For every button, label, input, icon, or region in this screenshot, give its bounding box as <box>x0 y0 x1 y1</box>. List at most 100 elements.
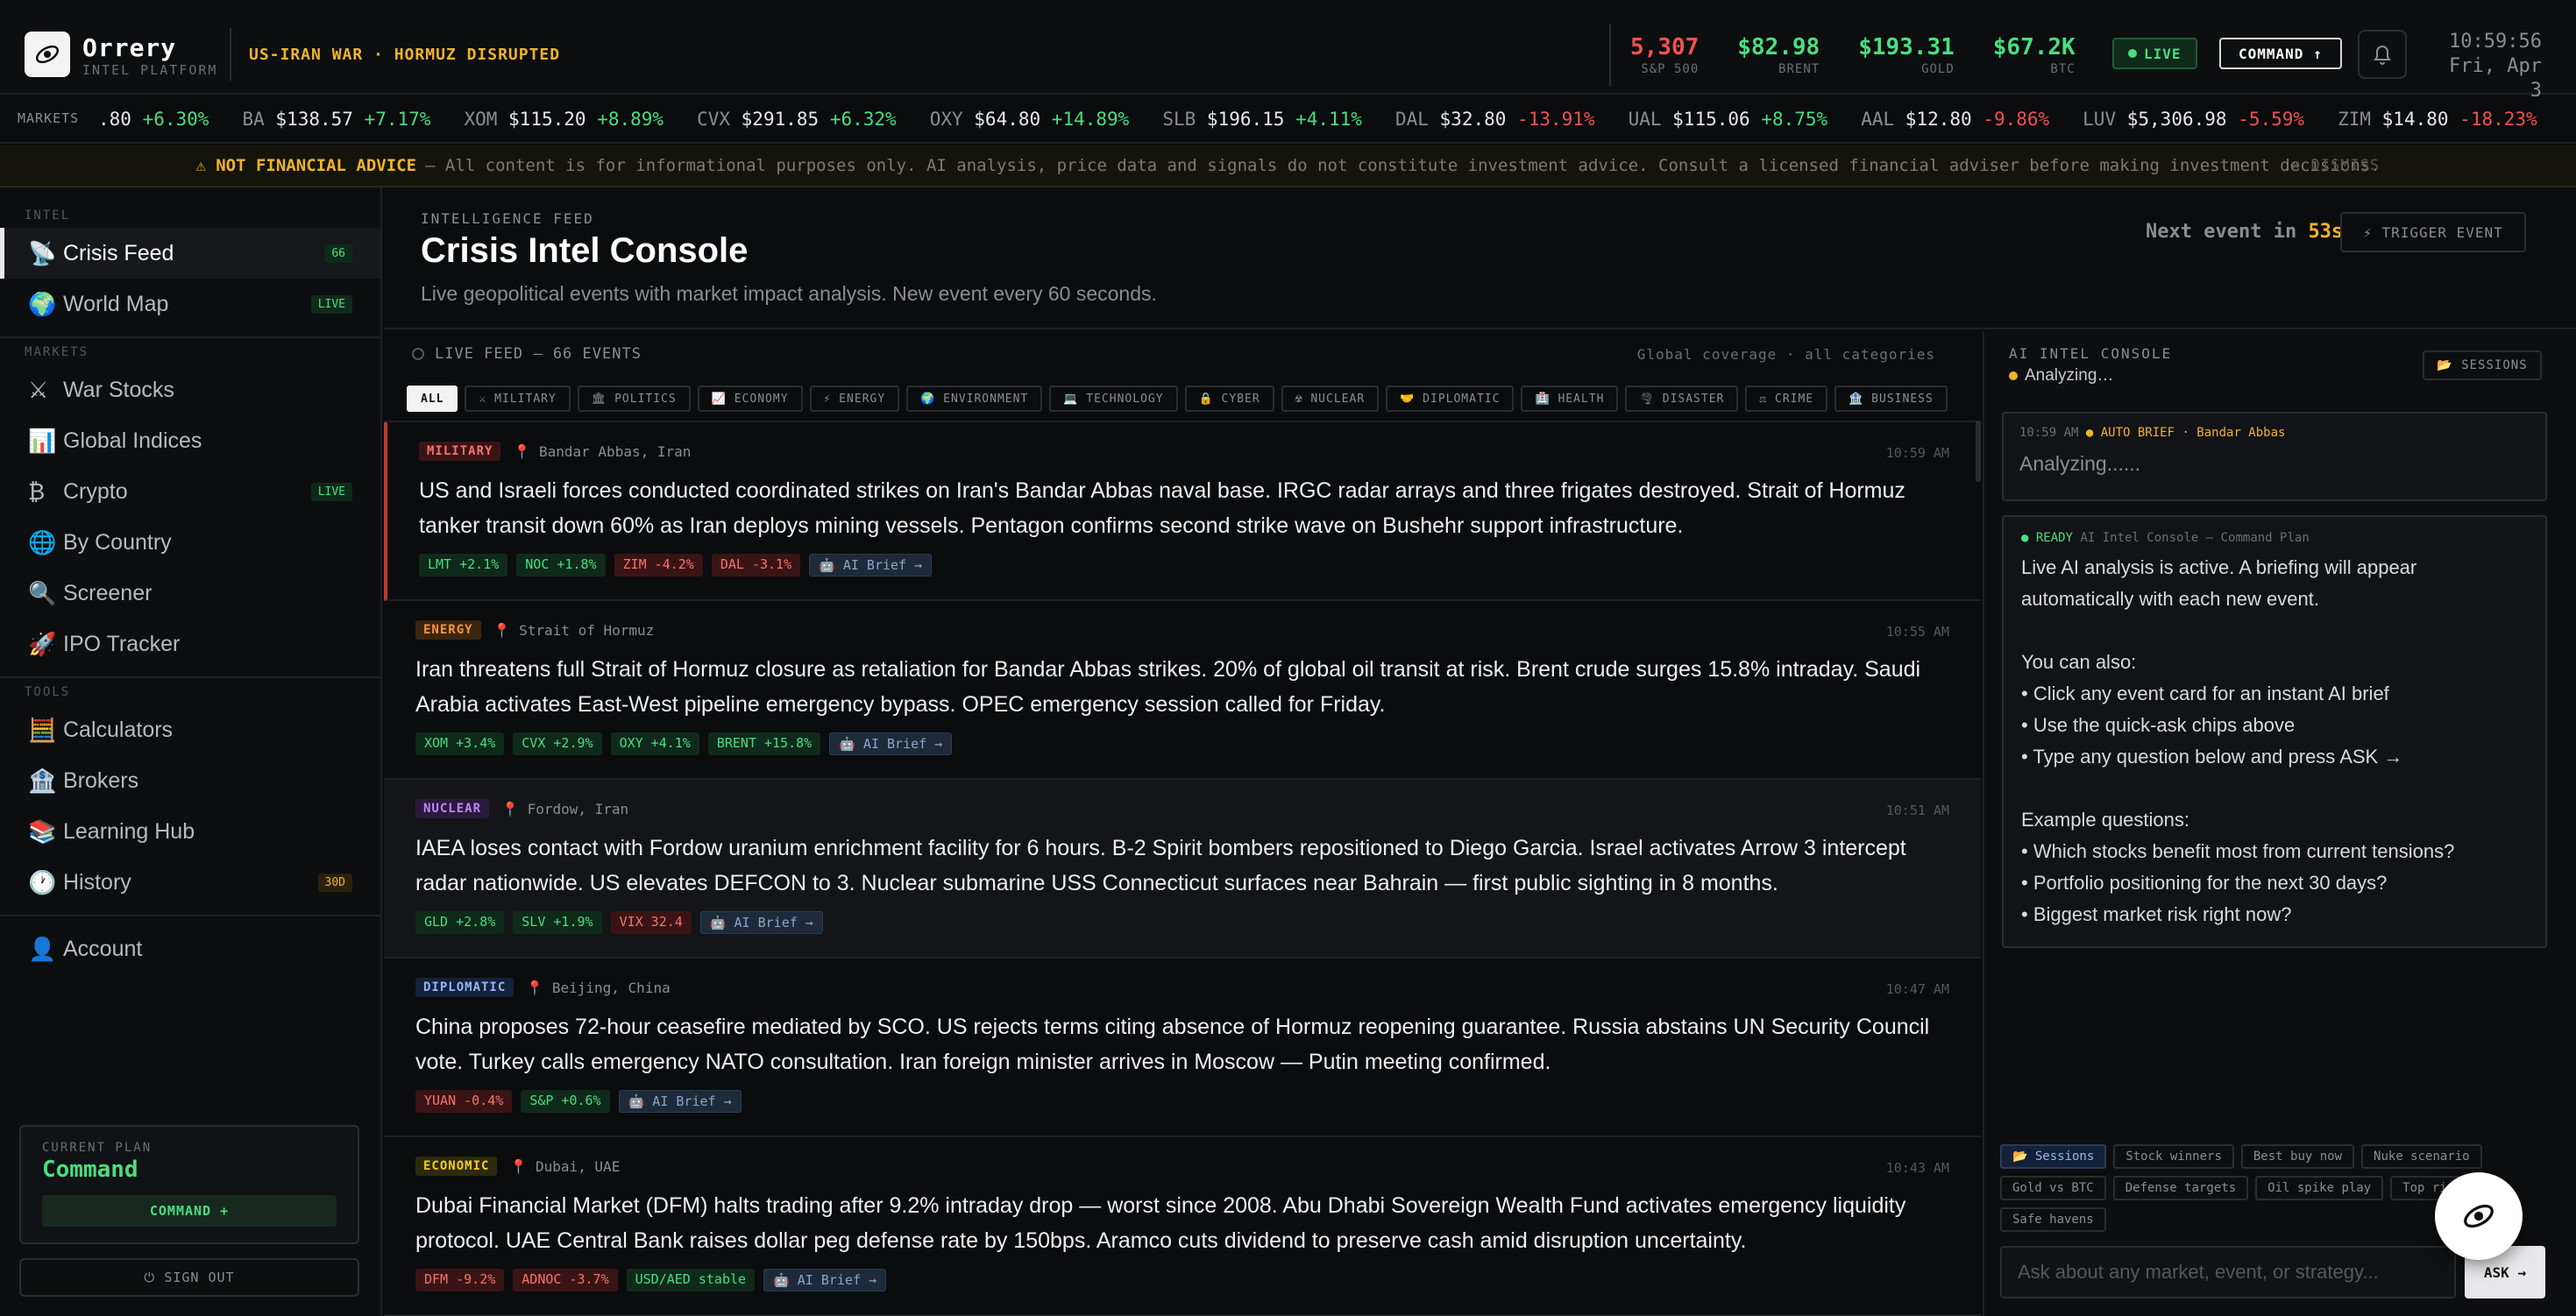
event-time: 10:55 AM <box>1885 624 1949 640</box>
event-time: 10:59 AM <box>1885 445 1949 461</box>
filter-chip[interactable]: 🏦 BUSINESS <box>1834 386 1948 412</box>
clock-icon: 🕐 <box>28 868 57 895</box>
sidebar-item-learning-hub[interactable]: 📚 Learning Hub <box>0 806 380 857</box>
ticker-item[interactable]: BA $138.57 +7.17% <box>242 109 430 130</box>
bar-chart-icon: 📊 <box>28 427 57 454</box>
filter-chip[interactable]: ⚔ MILITARY <box>465 386 571 412</box>
quick-ask-chip[interactable]: Defense targets <box>2112 1176 2249 1200</box>
ticker-item[interactable]: CVX $291.85 +6.32% <box>697 109 897 130</box>
event-tags: YUAN -0.4% S&P +0.6% 🤖 AI Brief → <box>415 1090 1949 1113</box>
market-quote: 5,307 S&P 500 <box>1611 25 1718 86</box>
feed-header: LIVE FEED — 66 EVENTS Global coverage · … <box>384 331 1981 377</box>
sidebar-item-global-indices[interactable]: 📊 Global Indices <box>0 415 380 466</box>
event-meta: ENERGY 📍 Strait of Hormuz <box>415 620 1949 640</box>
ask-input[interactable]: Ask about any market, event, or strategy… <box>2000 1246 2456 1298</box>
command-button[interactable]: COMMAND ↑ <box>2219 38 2342 69</box>
ticker-impact-tag: YUAN -0.4% <box>415 1090 513 1113</box>
event-category-badge: ECONOMIC <box>415 1157 498 1176</box>
orrery-logo-icon[interactable] <box>25 32 70 77</box>
sidebar-item-ipo-tracker[interactable]: 🚀 IPO Tracker <box>0 619 380 669</box>
filter-chip[interactable]: ☢ NUCLEAR <box>1281 386 1380 412</box>
orrery-assistant-icon[interactable] <box>2435 1172 2523 1260</box>
quick-ask-chip[interactable]: 📂 Sessions <box>2000 1144 2107 1169</box>
ai-brief-button[interactable]: 🤖 AI Brief → <box>618 1090 742 1113</box>
quick-ask-chip[interactable]: Nuke scenario <box>2361 1144 2482 1169</box>
filter-chip[interactable]: ALL <box>407 386 458 412</box>
sidebar-item-screener[interactable]: 🔍 Screener <box>0 568 380 619</box>
ticker-item[interactable]: SLB $196.15 +4.11% <box>1162 109 1362 130</box>
page-title: Crisis Intel Console <box>421 231 749 270</box>
sessions-button[interactable]: 📂 SESSIONS <box>2423 350 2542 380</box>
ai-brief-button[interactable]: 🤖 AI Brief → <box>699 911 823 934</box>
ticker-item[interactable]: UAL $115.06 +8.75% <box>1629 109 1828 130</box>
event-tags: GLD +2.8% SLV +1.9% VIX 32.4 🤖 AI Brief → <box>415 911 1949 934</box>
trigger-event-button[interactable]: ⚡ TRIGGER EVENT <box>2340 212 2526 252</box>
filter-chip[interactable]: 🔒 CYBER <box>1184 386 1274 412</box>
filter-chip[interactable]: ⚖ CRIME <box>1745 386 1828 412</box>
event-card[interactable]: NUCLEAR 📍 Fordow, Iran 10:51 AM IAEA loses … <box>384 780 1981 959</box>
ticker-item[interactable]: .80 +6.30% <box>98 109 209 130</box>
filter-chip[interactable]: 🏛 POLITICS <box>577 386 691 412</box>
ticker-change: +6.32% <box>829 109 897 130</box>
filter-chip[interactable]: ⚡ ENERGY <box>809 386 900 412</box>
sidebar: INTEL 📡 Crisis Feed 66 🌍 World Map LIVE MARKETS… <box>0 187 382 1316</box>
quick-ask-chip[interactable]: Oil spike play <box>2255 1176 2384 1200</box>
bell-icon[interactable] <box>2358 30 2407 79</box>
event-card[interactable]: DIPLOMATIC 📍 Beijing, China 10:47 AM China … <box>384 959 1981 1137</box>
sidebar-item-by-country[interactable]: 🌐 By Country <box>0 517 380 568</box>
ticker-item[interactable]: ZIM $14.80 -18.23% <box>2338 109 2537 130</box>
sidebar-item-crisis-feed[interactable]: 📡 Crisis Feed 66 <box>0 228 380 279</box>
ai-brief-button[interactable]: 🤖 AI Brief → <box>763 1269 887 1291</box>
ai-brief-button[interactable]: 🤖 AI Brief → <box>809 554 933 577</box>
quote-label: S&P 500 <box>1641 62 1700 76</box>
event-card[interactable]: MILITARY 📍 Bandar Abbas, Iran 10:59 AM US a… <box>384 422 1981 601</box>
sign-out-button[interactable]: ⏻ SIGN OUT <box>19 1258 359 1297</box>
quick-ask-chip[interactable]: Stock winners <box>2113 1144 2234 1169</box>
ticker-item[interactable]: AAL $12.80 -9.86% <box>1861 109 2049 130</box>
sidebar-item-brokers[interactable]: 🏦 Brokers <box>0 755 380 806</box>
ticker-price: $291.85 <box>741 109 820 130</box>
ai-brief-button[interactable]: 🤖 AI Brief → <box>829 732 953 755</box>
quick-ask-chip[interactable]: Safe havens <box>2000 1207 2106 1232</box>
ticker-change: -9.86% <box>1983 109 2050 130</box>
auto-brief-card[interactable]: 10:59 AM ● AUTO BRIEF · Bandar Abbas Ana… <box>2002 412 2547 501</box>
ticker-impact-tag: GLD +2.8% <box>415 911 505 934</box>
category-filters: ALL ⚔ MILITARY 🏛 POLITICS 📈 ECONOMY ⚡ ENERGY… <box>384 377 1981 422</box>
command-plan-header: ● READY AI Intel Console — Command Plan <box>2021 531 2310 545</box>
sidebar-item-label: By Country <box>63 529 172 555</box>
dismiss-button[interactable]: ✕ DISMISS <box>2291 157 2380 174</box>
filter-chip[interactable]: 🤝 DIPLOMATIC <box>1386 386 1515 412</box>
ticker-item[interactable]: DAL $32.80 -13.91% <box>1395 109 1595 130</box>
ticker-change: +14.89% <box>1051 109 1130 130</box>
bitcoin-icon: ₿ <box>28 478 46 505</box>
ticker-change: +8.75% <box>1761 109 1828 130</box>
filter-chip[interactable]: 🌍 ENVIRONMENT <box>906 386 1043 412</box>
brand-name: Orrery <box>82 33 177 62</box>
disclaimer-text: — All content is for informational purpo… <box>425 156 2381 175</box>
quick-ask-chip[interactable]: Gold vs BTC <box>2000 1176 2106 1200</box>
event-location: 📍 Fordow, Iran <box>501 800 629 817</box>
quick-ask-chip[interactable]: Best buy now <box>2240 1144 2355 1169</box>
ticker-change: +7.17% <box>364 109 431 130</box>
plan-upgrade-button[interactable]: COMMAND + <box>42 1195 337 1227</box>
ticker-item[interactable]: OXY $64.80 +14.89% <box>930 109 1130 130</box>
event-card[interactable]: ECONOMIC 📍 Dubai, UAE 10:43 AM Dubai Financ… <box>384 1137 1981 1316</box>
market-quote: $193.31 GOLD <box>1839 25 1974 86</box>
ticker-label: MARKETS <box>0 96 98 142</box>
ticker-items: .80 +6.30% BA $138.57 +7.17% XOM $115.20 +… <box>98 109 2571 130</box>
plan-label: CURRENT PLAN <box>42 1141 153 1155</box>
filter-chip[interactable]: 🏥 HEALTH <box>1521 386 1619 412</box>
filter-chip[interactable]: 📈 ECONOMY <box>697 386 803 412</box>
filter-chip[interactable]: 💻 TECHNOLOGY <box>1049 386 1178 412</box>
sidebar-item-crypto[interactable]: ₿ Crypto LIVE <box>0 466 380 517</box>
ticker-item[interactable]: XOM $115.20 +8.89% <box>464 109 664 130</box>
sidebar-item-account[interactable]: 👤 Account <box>0 923 380 974</box>
sidebar-item-history[interactable]: 🕐 History 30D <box>0 857 380 908</box>
filter-chip[interactable]: 🌪 DISASTER <box>1625 386 1739 412</box>
sidebar-item-war-stocks[interactable]: ⚔ War Stocks <box>0 364 380 415</box>
feed-scrollbar[interactable] <box>1976 421 1981 482</box>
sidebar-item-world-map[interactable]: 🌍 World Map LIVE <box>0 279 380 329</box>
ticker-item[interactable]: LUV $5,306.98 -5.59% <box>2083 109 2304 130</box>
sidebar-item-calculators[interactable]: 🧮 Calculators <box>0 704 380 755</box>
event-card[interactable]: ENERGY 📍 Strait of Hormuz 10:55 AM Iran thr… <box>384 601 1981 780</box>
